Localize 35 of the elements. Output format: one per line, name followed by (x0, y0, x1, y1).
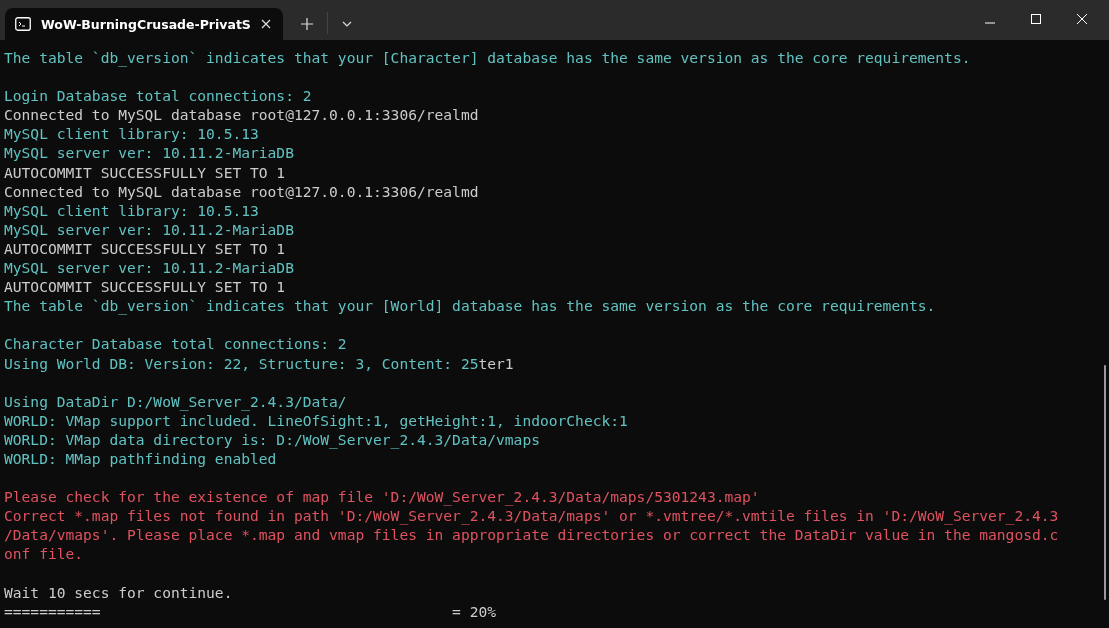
console-line: WORLD: VMap support included. LineOfSight:1, getHeight:1, indoorCheck:1 (4, 411, 629, 430)
console-line: Using DataDir D:/WoW_Server_2.4.3/Data/ (4, 391, 348, 411)
console-icon (15, 17, 31, 31)
console-line: /Data/vmaps'. Please place *.map and vmap files in appropriate directories or correct the DataDir value in the mangosd.c (4, 525, 1060, 545)
console-line: WORLD: MMap pathfinding enabled (4, 449, 278, 469)
console-text: ter1 (478, 354, 514, 372)
console-line: WORLD: VMap data directory is: D:/WoW_Server_2.4.3/Data/vmaps (4, 429, 541, 449)
maximize-icon[interactable] (1031, 14, 1041, 24)
console-line: Connected to MySQL database root@127.0.0.1:3306/realmd (4, 105, 480, 125)
console-line: AUTOCOMMIT SUCCESSFULLY SET TO 1 (4, 162, 287, 182)
console-line: Please check for the existence of map file 'D:/WoW_Server_2.4.3/Data/maps/5301243.map' (4, 487, 761, 507)
console-line: Connected to MySQL database root@127.0.0.1:3306/realmd (4, 181, 480, 201)
console-text: Using World DB: Version: 22, Structure: 3, Content: 25 (4, 354, 479, 372)
console-line: MySQL server ver: 10.11.2-MariaDB (4, 258, 295, 278)
console-line: Wait 10 secs for continue. (4, 582, 234, 602)
console-line: Correct *.map files not found in path 'D:/WoW_Server_2.4.3/Data/maps' or *.vmtree/*.vmtile files in 'D:/WoW_Server_2.4.3 (4, 506, 1060, 526)
dropdown-chevron-icon[interactable] (341, 21, 352, 27)
terminal-tab[interactable]: WoW-BurningCrusade-PrivatS (5, 8, 283, 40)
close-tab-icon[interactable] (260, 19, 271, 29)
tab-title: WoW-BurningCrusade-PrivatS (41, 16, 251, 32)
console-line: Character Database total connections: 2 (4, 334, 348, 354)
console-line: The table `db_version` indicates that your [Character] database has the same version as the core requirements. (4, 48, 972, 68)
console-line: The table `db_version` indicates that your [World] database has the same version as the core requirements. (4, 296, 937, 316)
console-line: Login Database total connections: 2 (4, 86, 313, 106)
new-tab-icon[interactable] (300, 18, 313, 30)
console-line: MySQL server ver: 10.11.2-MariaDB (4, 143, 295, 163)
console-line: =========== = 20% (4, 601, 498, 621)
scrollbar-thumb[interactable] (1104, 365, 1106, 600)
console-line: AUTOCOMMIT SUCCESSFULLY SET TO 1 (4, 238, 287, 259)
console-line: MySQL client library: 10.5.13 (4, 200, 260, 220)
close-icon[interactable] (1077, 14, 1087, 24)
console-line: AUTOCOMMIT SUCCESSFULLY SET TO 1 (4, 277, 287, 297)
console-line: onf file. (4, 544, 85, 564)
console-line: MySQL client library: 10.5.13 (4, 124, 260, 144)
console-line: MySQL server ver: 10.11.2-MariaDB (4, 219, 295, 239)
